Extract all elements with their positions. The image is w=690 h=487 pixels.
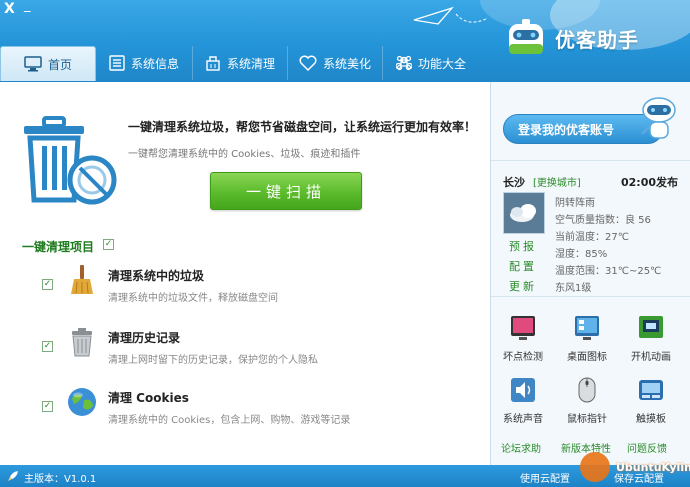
mascot-icon: [509, 19, 543, 54]
publish-time: 02:00发布: [621, 176, 679, 189]
robot-mascot-icon: [640, 97, 676, 139]
desktop-icon: [575, 316, 599, 340]
select-all-checkbox[interactable]: ✓: [103, 239, 114, 250]
wind: 东风1级: [555, 283, 592, 294]
ubuntu-logo-icon: [580, 452, 610, 482]
globe-icon: [68, 388, 96, 416]
tool-label: 坏点检测: [503, 352, 543, 363]
current-temperature: 当前温度：27℃: [555, 232, 629, 243]
divider: [491, 160, 690, 161]
tab-label: 系统信息: [130, 56, 179, 71]
weather-update-link[interactable]: 更新: [509, 278, 537, 294]
trash-can-icon: [24, 116, 117, 205]
tab-all-features[interactable]: 功能大全: [383, 46, 479, 80]
side-panel: 登录我的优客账号 长沙 [更换城市] 02:00发布 阴转阵雨 空气质量指数：良…: [490, 82, 690, 465]
city-name: 长沙: [503, 176, 525, 189]
main-nav: 首页 系统信息 系统清理 系统美化 功能大全: [0, 46, 479, 81]
cookies-checkbox[interactable]: ✓: [42, 401, 53, 412]
tool-system-sound[interactable]: 系统声音: [493, 376, 553, 432]
brand-name: 优客助手: [555, 27, 639, 52]
monitor-test-icon: [511, 316, 535, 340]
junk-checkbox[interactable]: ✓: [42, 279, 53, 290]
broom-icon: [71, 265, 93, 294]
tool-mouse-pointer[interactable]: 鼠标指针: [557, 376, 617, 432]
divider: [491, 296, 690, 297]
tab-home[interactable]: 首页: [0, 46, 96, 81]
weather-condition: 阴转阵雨: [555, 198, 595, 209]
tool-label: 开机动画: [631, 352, 671, 363]
one-click-scan-button[interactable]: 一键扫描: [210, 172, 362, 210]
speaker-icon: [511, 378, 535, 402]
tool-label: 鼠标指针: [567, 414, 607, 425]
trash-can-icon: [72, 328, 92, 357]
item-description: 清理系统中的 Cookies，包含上网、购物、游戏等记录: [108, 415, 351, 426]
feedback-link[interactable]: 问题反馈: [627, 440, 667, 455]
clean-item-cookies: ✓ 清理 Cookies 清理系统中的 Cookies，包含上网、购物、游戏等记…: [42, 384, 482, 432]
mouse-icon: [578, 377, 596, 403]
film-icon: [639, 316, 663, 338]
tool-boot-animation[interactable]: 开机动画: [621, 314, 681, 370]
tab-system-clean[interactable]: 系统清理: [193, 46, 288, 80]
page-subtitle: 一键帮您清理系统中的 Cookies、垃圾、痕迹和插件: [128, 149, 361, 160]
temperature-range: 温度范围：31℃~25℃: [555, 266, 662, 277]
command-icon: [395, 55, 412, 71]
item-title: 清理 Cookies: [108, 391, 189, 405]
close-button[interactable]: X: [4, 1, 15, 17]
item-description: 清理系统中的垃圾文件，释放磁盘空间: [108, 293, 278, 304]
broom-icon: [206, 56, 220, 71]
tab-beautify[interactable]: 系统美化: [288, 46, 383, 80]
header: X _ 优客助手 首页 系统信息 系统清理 系统美化 功能大全: [0, 0, 690, 82]
item-description: 清理上网时留下的历史记录，保护您的个人隐私: [108, 355, 318, 366]
watermark-text: UbuntuKylin: [616, 461, 690, 474]
main-panel: 一键清理系统垃圾，帮您节省磁盘空间，让系统运行更加有效率！ 一键帮您清理系统中的…: [0, 82, 490, 465]
brand-logo: 优客助手: [505, 18, 639, 58]
forecast-link[interactable]: 预报: [509, 238, 537, 254]
tool-dead-pixel-test[interactable]: 坏点检测: [493, 314, 553, 370]
weather-config-link[interactable]: 配置: [509, 258, 537, 274]
humidity: 湿度：85%: [555, 249, 608, 260]
tool-label: 桌面图标: [567, 352, 607, 363]
version-label: 主版本：V1.0.1: [24, 474, 97, 485]
clean-item-junk: ✓ 清理系统中的垃圾 清理系统中的垃圾文件，释放磁盘空间: [42, 262, 482, 310]
history-checkbox[interactable]: ✓: [42, 341, 53, 352]
heart-icon: [299, 55, 317, 71]
tab-label: 系统美化: [322, 56, 371, 71]
tool-desktop-icons[interactable]: 桌面图标: [557, 314, 617, 370]
page-headline: 一键清理系统垃圾，帮您节省磁盘空间，让系统运行更加有效率！: [128, 120, 477, 134]
change-city-link[interactable]: [更换城市]: [533, 174, 581, 189]
tab-label: 首页: [47, 57, 72, 72]
clean-items-title: 一键清理项目: [22, 240, 95, 254]
new-features-link[interactable]: 新版本特性: [561, 440, 611, 455]
tab-system-info[interactable]: 系统信息: [96, 46, 193, 80]
tool-label: 触摸板: [636, 414, 666, 425]
tab-label: 系统清理: [226, 56, 275, 71]
cloudy-weather-icon: [503, 192, 545, 234]
paper-plane-icon: [413, 6, 489, 25]
forum-help-link[interactable]: 论坛求助: [501, 440, 541, 455]
touchpad-icon: [639, 380, 663, 400]
tool-touchpad[interactable]: 触摸板: [621, 376, 681, 432]
item-title: 清理系统中的垃圾: [108, 269, 205, 283]
list-icon: [109, 55, 125, 71]
tab-label: 功能大全: [417, 56, 466, 71]
use-cloud-config-button[interactable]: 使用云配置: [520, 470, 570, 485]
tool-label: 系统声音: [503, 414, 543, 425]
clean-item-history: ✓ 清理历史记录 清理上网时留下的历史记录，保护您的个人隐私: [42, 324, 482, 372]
air-quality: 空气质量指数：良 56: [555, 215, 651, 226]
monitor-icon: [24, 56, 42, 72]
item-title: 清理历史记录: [108, 331, 181, 345]
rocket-icon: [8, 471, 18, 481]
minimize-button[interactable]: _: [24, 0, 31, 13]
